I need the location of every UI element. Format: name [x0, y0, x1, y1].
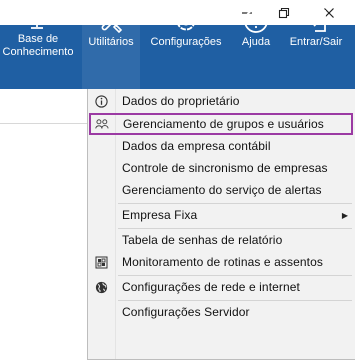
- toolbar-entrar-sair[interactable]: Entrar/Sair: [284, 0, 348, 64]
- menu-item-label: Empresa Fixa: [122, 208, 198, 222]
- menu-item-label: Configurações Servidor: [122, 305, 250, 319]
- gear-icon: [173, 0, 199, 36]
- menu-item-gerenciamento-grupos-usuarios[interactable]: Gerenciamento de grupos e usuários: [89, 113, 353, 135]
- globe-icon: [94, 280, 108, 294]
- submenu-arrow-icon: ▶: [341, 210, 348, 220]
- menu-item-controle-sincronismo[interactable]: Controle de sincronismo de empresas: [88, 157, 355, 179]
- toolbar-utilitarios[interactable]: Utilitários: [82, 0, 140, 64]
- menu-item-monitoramento-rotinas[interactable]: Monitoramento de rotinas e assentos: [88, 251, 355, 273]
- menu-item-label: Controle de sincronismo de empresas: [122, 161, 328, 175]
- toolbar-utilitarios-label: Utilitários: [88, 36, 134, 48]
- utilitarios-dropdown-menu: Dados do proprietário Gerenciamento de g…: [87, 89, 355, 360]
- login-icon: [303, 0, 329, 36]
- users-icon: [95, 117, 109, 131]
- menu-item-label: Monitoramento de rotinas e assentos: [122, 255, 323, 269]
- info-icon: [94, 94, 108, 108]
- menu-item-dados-empresa-contabil[interactable]: Dados da empresa contábil: [88, 135, 355, 157]
- toolbar-configuracoes[interactable]: Configurações: [148, 0, 224, 64]
- toolbar-ajuda-label: Ajuda: [241, 36, 271, 48]
- menu-item-label: Dados do proprietário: [122, 94, 240, 108]
- monitor-icon: [25, 0, 51, 33]
- menu-item-label: Gerenciamento do serviço de alertas: [122, 183, 322, 197]
- menu-item-configuracoes-rede[interactable]: Configurações de rede e internet: [88, 276, 355, 298]
- toolbar-entrar-sair-label: Entrar/Sair: [289, 36, 343, 48]
- menu-item-label: Gerenciamento de grupos e usuários: [123, 117, 324, 131]
- content-divider: [0, 123, 88, 124]
- menu-item-configuracoes-servidor[interactable]: Configurações Servidor: [88, 301, 355, 323]
- menu-item-dados-proprietario[interactable]: Dados do proprietário: [88, 90, 355, 112]
- toolbar-base-label-line2: Conhecimento: [2, 46, 74, 58]
- help-icon: [243, 0, 269, 36]
- menu-item-label: Dados da empresa contábil: [122, 139, 271, 153]
- menu-item-gerenciamento-alertas[interactable]: Gerenciamento do serviço de alertas: [88, 179, 355, 201]
- toolbar-base-label-line1: Base de: [17, 33, 59, 45]
- monitor-grid-icon: [94, 255, 108, 269]
- menu-item-label: Configurações de rede e internet: [122, 280, 300, 294]
- toolbar-configuracoes-label: Configurações: [150, 36, 222, 48]
- tools-icon: [97, 0, 125, 36]
- toolbar-base-conhecimento[interactable]: Base de Conhecimento: [0, 0, 76, 64]
- menu-item-label: Tabela de senhas de relatório: [122, 233, 283, 247]
- menu-item-tabela-senhas[interactable]: Tabela de senhas de relatório: [88, 229, 355, 251]
- menu-item-empresa-fixa[interactable]: Empresa Fixa ▶: [88, 204, 355, 226]
- toolbar-ajuda[interactable]: Ajuda: [236, 0, 276, 64]
